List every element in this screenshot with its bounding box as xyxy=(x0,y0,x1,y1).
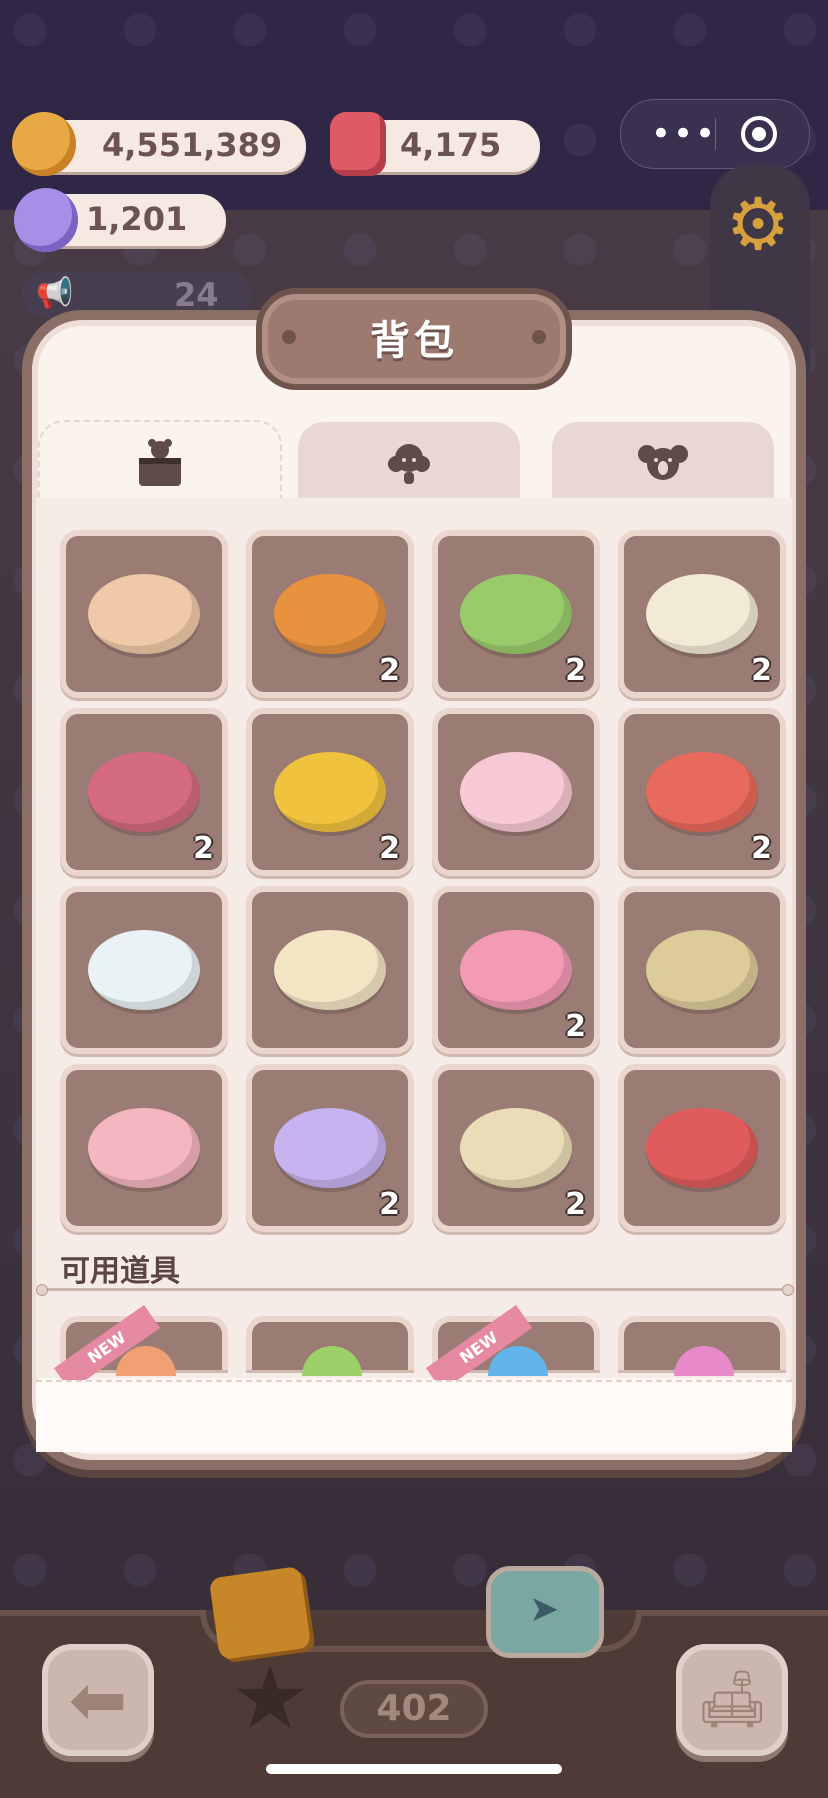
gear-icon[interactable]: ⚙ xyxy=(722,188,794,260)
furniture-button[interactable]: 🛋 xyxy=(676,1644,788,1756)
calendar-board-icon xyxy=(88,930,200,1010)
announce-count: 24 xyxy=(174,276,219,314)
inventory-slot[interactable] xyxy=(432,708,600,876)
star-icon[interactable]: ★ xyxy=(230,1654,310,1742)
inventory-slot[interactable] xyxy=(60,1064,228,1232)
inventory-slot[interactable] xyxy=(246,886,414,1054)
tab-pets[interactable] xyxy=(298,422,520,498)
heart-rug-icon xyxy=(88,1108,200,1188)
home-indicator[interactable] xyxy=(266,1764,562,1774)
lemon-rug-icon xyxy=(274,752,386,832)
inventory-slot[interactable]: 2 xyxy=(432,1064,600,1232)
rivet-icon xyxy=(532,330,546,344)
usable-item-icon xyxy=(302,1346,362,1376)
usable-item-icon xyxy=(674,1346,734,1376)
usable-item-slot[interactable]: NEW xyxy=(425,1304,600,1392)
panel-footer xyxy=(36,1380,792,1452)
usable-item-slot[interactable]: NEW xyxy=(53,1304,228,1392)
arrow-left-icon: ⬅ xyxy=(68,1659,128,1741)
more-menu-icon[interactable]: ••• xyxy=(649,114,719,154)
inventory-slot[interactable] xyxy=(618,886,786,1054)
item-quantity: 2 xyxy=(565,1009,586,1044)
inventory-slot[interactable]: 2 xyxy=(246,1064,414,1232)
tv-icon[interactable] xyxy=(486,1566,604,1658)
item-quantity: 2 xyxy=(379,653,400,688)
lace-tent-icon xyxy=(274,930,386,1010)
leaf-carpet-icon xyxy=(460,574,572,654)
page-title: 背包 xyxy=(370,318,458,364)
miniprogram-capsule: ••• xyxy=(620,99,810,169)
item-quantity: 2 xyxy=(751,831,772,866)
inventory-slot[interactable]: 2 xyxy=(432,886,600,1054)
koala-icon xyxy=(636,436,690,490)
inventory-slot[interactable] xyxy=(618,1064,786,1232)
bead-garland-icon xyxy=(88,752,200,832)
back-button[interactable]: ⬅ xyxy=(42,1644,154,1756)
item-quantity: 2 xyxy=(565,653,586,688)
inventory-slot[interactable] xyxy=(60,886,228,1054)
inventory-slot[interactable]: 2 xyxy=(432,530,600,698)
sofa-icon: 🛋 xyxy=(696,1667,768,1732)
inventory-slot[interactable]: 2 xyxy=(618,530,786,698)
item-quantity: 2 xyxy=(751,653,772,688)
cookie-value: 4,551,389 xyxy=(102,126,283,164)
wall-frames-icon xyxy=(646,930,758,1010)
cream-rug-icon xyxy=(460,1108,572,1188)
candle-icon xyxy=(330,112,386,176)
cat-cushion-icon xyxy=(646,574,758,654)
item-quantity: 2 xyxy=(379,831,400,866)
capsule-divider xyxy=(715,118,716,150)
inventory-slot[interactable] xyxy=(60,530,228,698)
usable-item-slot[interactable] xyxy=(246,1316,414,1376)
usable-item-slot[interactable] xyxy=(618,1316,786,1376)
level-counter: 402 xyxy=(340,1680,488,1738)
candle-value: 4,175 xyxy=(400,126,502,164)
pink-lamp-icon xyxy=(460,930,572,1010)
close-target-icon[interactable] xyxy=(741,116,777,152)
megaphone-icon: 📢 xyxy=(36,276,74,311)
shiba-plush-icon xyxy=(274,574,386,654)
paw-mat-icon xyxy=(460,752,572,832)
inventory-slot[interactable]: 2 xyxy=(60,708,228,876)
tab-friends[interactable] xyxy=(552,422,774,498)
inventory-slot[interactable]: 2 xyxy=(246,708,414,876)
tab-items[interactable] xyxy=(38,420,282,500)
item-quantity: 2 xyxy=(193,831,214,866)
inventory-slot[interactable]: 2 xyxy=(246,530,414,698)
cookie-icon xyxy=(12,112,76,176)
rainbow-flag-icon xyxy=(646,1108,758,1188)
bunny-rug-icon xyxy=(274,1108,386,1188)
box-bear-icon xyxy=(133,436,187,490)
backpack-title-plate: 背包 xyxy=(256,288,572,390)
watermelon-rug-icon xyxy=(646,752,758,832)
inventory-slot[interactable]: 2 xyxy=(618,708,786,876)
section-title-usable: 可用道具 xyxy=(60,1254,180,1289)
item-quantity: 2 xyxy=(565,1187,586,1222)
poodle-icon xyxy=(382,436,436,490)
item-quantity: 2 xyxy=(379,1187,400,1222)
section-divider xyxy=(36,1284,794,1296)
candy-value: 1,201 xyxy=(86,200,188,238)
candy-icon xyxy=(14,188,78,252)
plaid-rug-icon xyxy=(88,574,200,654)
